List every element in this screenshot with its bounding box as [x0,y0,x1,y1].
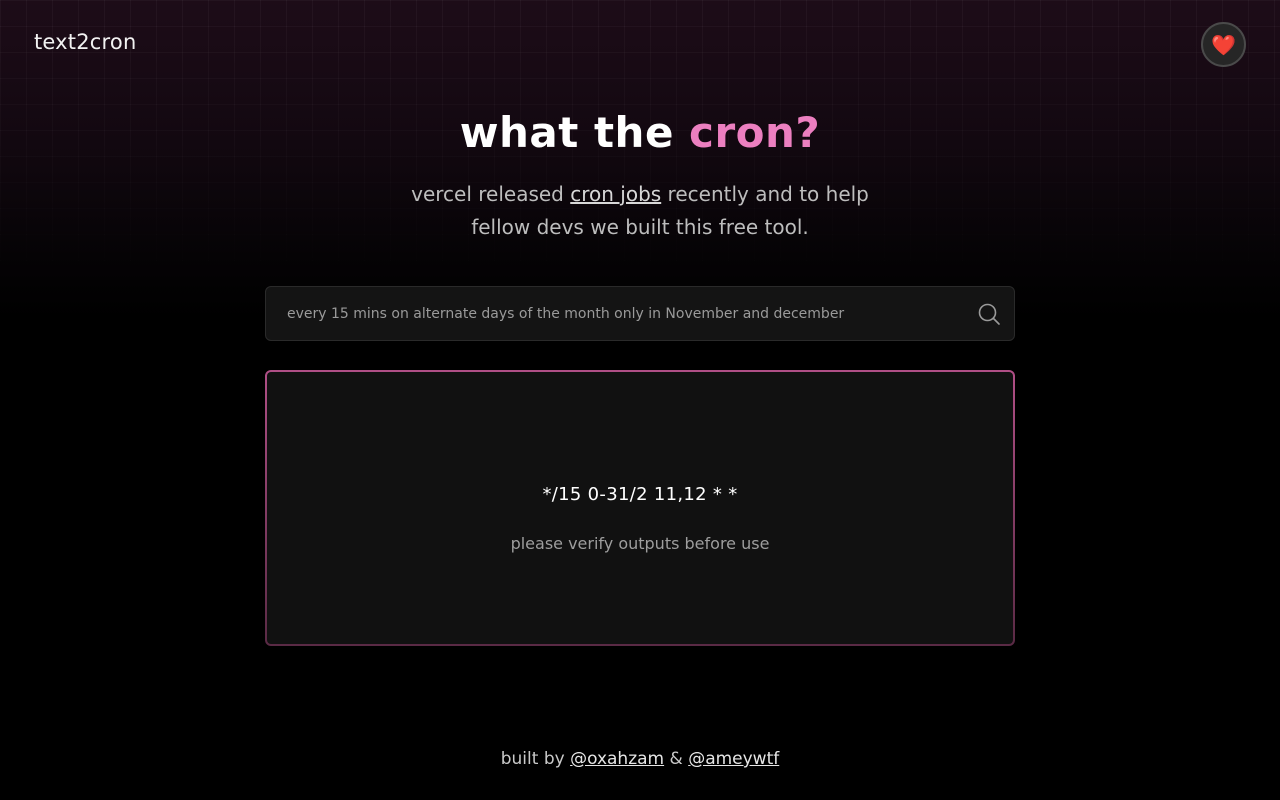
search-icon[interactable] [976,301,1002,327]
footer: built by @oxahzam & @ameywtf [0,749,1280,769]
footer-prefix: built by [500,749,571,769]
cron-expression[interactable]: */15 0-31/2 11,12 * * [267,484,1013,505]
cron-jobs-link[interactable]: cron jobs [570,182,661,206]
result-card: */15 0-31/2 11,12 * * please verify outp… [265,370,1015,646]
subtitle: vercel released cron jobs recently and t… [390,178,890,244]
logo[interactable]: text2cron [34,30,136,54]
page-title: what the cron? [0,108,1280,157]
heart-icon: ❤️ [1211,32,1236,57]
title-main: what the [459,108,690,157]
heart-button[interactable]: ❤️ [1201,22,1246,67]
author-link-oxahzam[interactable]: @oxahzam [570,749,664,769]
page: text2cron ❤️ what the cron? vercel relea… [0,0,1280,800]
search-bar [265,286,1015,341]
author-link-ameywtf[interactable]: @ameywtf [688,749,779,769]
verify-note: please verify outputs before use [510,534,770,553]
footer-separator: & [664,749,689,769]
search-input[interactable] [287,305,976,322]
title-accent: cron? [689,108,821,157]
subtitle-before: vercel released [411,182,571,206]
